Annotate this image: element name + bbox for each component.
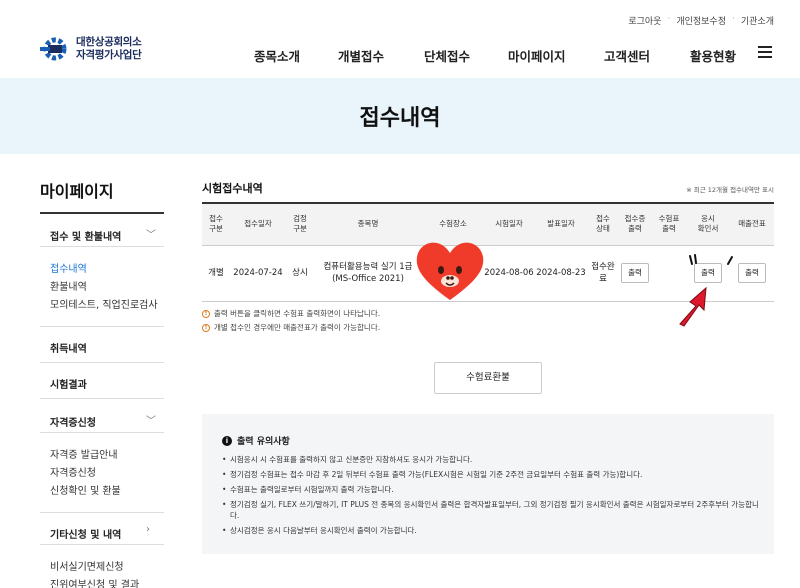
cell-status: 접수완료 <box>588 245 618 302</box>
nav-item-mypage[interactable]: 마이페이지 <box>508 46 604 65</box>
nav-item-usage[interactable]: 활용현황 <box>690 46 760 65</box>
col-header: 매출전표 <box>730 203 774 246</box>
heart-face-sticker <box>416 242 484 300</box>
sidebar-item-authenticity[interactable]: 진위여부신청 및 결과 <box>50 576 139 588</box>
info-icon: ! <box>202 323 210 332</box>
sidebar-divider <box>40 512 164 513</box>
logo-icon <box>40 37 67 61</box>
sidebar-item-mock-test[interactable]: 모의테스트, 직업진로검사 <box>50 296 158 311</box>
col-header: 접수일자 <box>230 203 286 246</box>
sidebar-group-other[interactable]: 기타신청 및 내역 <box>50 526 121 541</box>
info-icon: ! <box>202 309 210 318</box>
sidebar-item-cert-check[interactable]: 신청확인 및 환불 <box>50 482 121 497</box>
sidebar-divider <box>40 432 164 433</box>
nav-item-support[interactable]: 고객센터 <box>604 46 690 65</box>
chevron-down-icon[interactable]: ﹀ <box>146 412 156 427</box>
cell-subject: 컴퓨터활용능력 실기 1급 (MS-Office 2021) <box>314 245 422 302</box>
menu-icon[interactable] <box>758 46 772 58</box>
receipt-print-button[interactable]: 출력 <box>621 263 649 283</box>
sidebar-divider <box>40 362 164 363</box>
cell-exam-kind: 상시 <box>286 245 314 302</box>
sidebar-item-secretary-exemption[interactable]: 비서실기면제신청 <box>50 558 124 573</box>
notice-list: 시험응시 시 수험표를 출력하지 않고 신분증만 지참하셔도 응시가 가능합니다… <box>222 454 762 540</box>
cell-exam-date: 2024-08-06 <box>484 245 534 302</box>
page-banner: 접수내역 <box>0 78 800 154</box>
separator: · <box>732 14 735 24</box>
sidebar-item-refund-history[interactable]: 환불내역 <box>50 278 87 293</box>
sidebar-group-certificate[interactable]: 자격증신청 <box>50 414 96 429</box>
notice-title: i 출력 유의사항 <box>222 434 290 447</box>
col-header: 시험일자 <box>484 203 534 246</box>
nav-item-group[interactable]: 단체접수 <box>424 46 508 65</box>
subject-line1: 컴퓨터활용능력 실기 1급 <box>323 262 413 272</box>
logo-line1: 대한상공회의소 <box>76 36 142 48</box>
sidebar-item-cert-apply[interactable]: 자격증신청 <box>50 464 96 479</box>
cell-result-date: 2024-08-23 <box>534 245 588 302</box>
list-item: 정기검정 실기, FLEX 쓰기/말하기, IT PLUS 전 종목의 응시확인… <box>222 499 762 521</box>
col-header: 검정 구분 <box>286 203 314 246</box>
col-header: 접수 상태 <box>588 203 618 246</box>
sidebar-group-registration[interactable]: 접수 및 환불내역 <box>50 228 121 243</box>
list-item: 시험응시 시 수험표를 출력하지 않고 신분증만 지참하셔도 응시가 가능합니다… <box>222 454 762 465</box>
col-header: 접수 구분 <box>202 203 230 246</box>
warning-line: ! 개별 접수인 경우에만 매출전표가 출력이 가능합니다. <box>202 322 380 333</box>
logo[interactable]: 대한상공회의소 자격평가사업단 <box>40 36 142 62</box>
list-item: 상시검정은 응시 다음날부터 응시확인서 출력이 가능합니다. <box>222 525 762 536</box>
cell-reg-date: 2024-07-24 <box>230 245 286 302</box>
cell-receipt: 출력 <box>618 245 652 302</box>
arrow-pointer-icon <box>679 286 707 327</box>
col-header: 종목명 <box>314 203 422 246</box>
sales-slip-print-button[interactable]: 출력 <box>738 263 766 283</box>
emphasis-marks-icon <box>689 254 733 265</box>
sidebar-divider <box>40 326 164 327</box>
col-header: 수험장소 <box>422 203 484 246</box>
col-header: 응시 확인서 <box>686 203 730 246</box>
sidebar-item-cert-guide[interactable]: 자격증 발급안내 <box>50 446 118 461</box>
print-notice-box: i 출력 유의사항 시험응시 시 수험표를 출력하지 않고 신분증만 지참하셔도… <box>202 414 774 554</box>
warning-text: 출력 버튼을 클릭하면 수험표 출력화면이 나타납니다. <box>214 309 381 318</box>
sidebar-divider <box>40 398 164 399</box>
section-note: ※ 최근 12개월 접수내역만 표시 <box>686 186 774 194</box>
list-item: 정기검정 수험표는 접수 마감 후 2일 뒤부터 수험표 출력 가능(FLEX시… <box>222 469 762 480</box>
nav-item-items[interactable]: 종목소개 <box>254 46 338 65</box>
section-title: 시험접수내역 <box>202 182 263 195</box>
warning-text: 개별 접수인 경우에만 매출전표가 출력이 가능합니다. <box>214 323 381 332</box>
edit-profile-link[interactable]: 개인정보수정 <box>676 14 726 27</box>
notice-title-text: 출력 유의사항 <box>237 437 290 447</box>
info-icon: i <box>222 435 232 446</box>
logo-line2: 자격평가사업단 <box>76 49 142 61</box>
col-header: 접수증 출력 <box>618 203 652 246</box>
chevron-down-icon[interactable]: ﹀ <box>146 226 156 241</box>
nav-item-individual[interactable]: 개별접수 <box>338 46 424 65</box>
subject-line2: (MS-Office 2021) <box>332 274 404 284</box>
sidebar-group-acquired[interactable]: 취득내역 <box>50 340 87 355</box>
col-header: 수험표 출력 <box>652 203 686 246</box>
sidebar-item-registration-history[interactable]: 접수내역 <box>50 260 87 275</box>
list-item: 수험표는 출력일로부터 시험일까지 출력 가능합니다. <box>222 484 762 495</box>
utility-links: 로그아웃 · 개인정보수정 · 기관소개 <box>628 14 774 27</box>
sidebar-divider <box>40 212 164 214</box>
about-link[interactable]: 기관소개 <box>741 14 774 27</box>
separator: · <box>667 14 671 24</box>
logout-link[interactable]: 로그아웃 <box>628 14 661 27</box>
refund-button[interactable]: 수험료환불 <box>434 362 542 394</box>
sidebar-divider <box>40 246 164 247</box>
chevron-right-icon[interactable]: › <box>146 524 150 535</box>
main-nav: 종목소개 개별접수 단체접수 마이페이지 고객센터 활용현황 <box>254 46 760 65</box>
cell-type: 개별 <box>202 245 230 302</box>
logo-text: 대한상공회의소 자격평가사업단 <box>76 36 142 62</box>
table-header-row: 접수 구분 접수일자 검정 구분 종목명 수험장소 시험일자 발표일자 접수 상… <box>202 203 774 246</box>
sidebar-title: 마이페이지 <box>40 182 114 201</box>
page-title: 접수내역 <box>359 106 441 131</box>
sidebar-group-results[interactable]: 시험결과 <box>50 376 87 391</box>
sidebar-divider <box>40 544 164 545</box>
warning-line: ! 출력 버튼을 클릭하면 수험표 출력화면이 나타납니다. <box>202 308 380 319</box>
cell-sales-slip: 출력 <box>730 245 774 302</box>
col-header: 발표일자 <box>534 203 588 246</box>
